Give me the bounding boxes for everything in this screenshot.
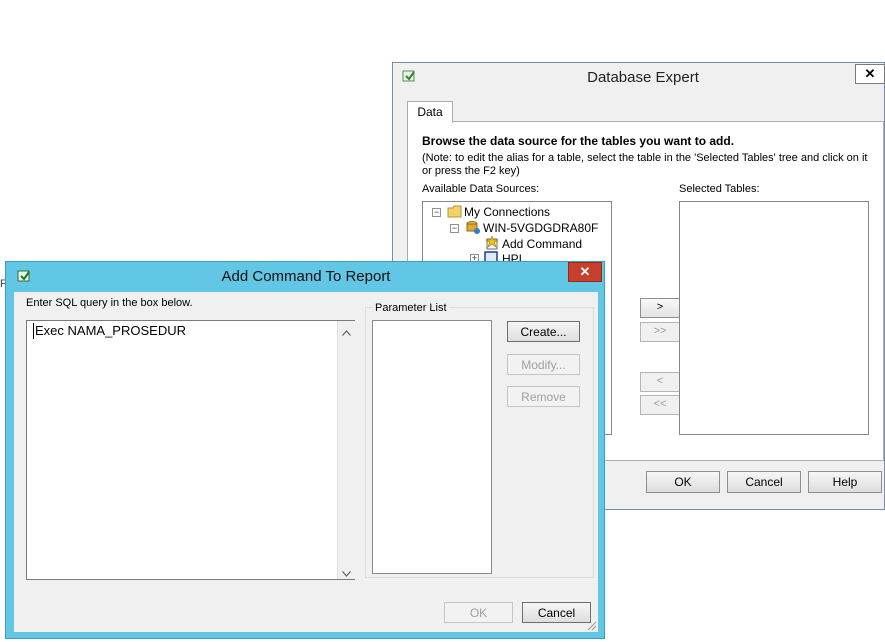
alias-note: (Note: to edit the alias for a table, se…: [422, 152, 868, 177]
add-command-window: Add Command To Report ✕ Enter SQL query …: [5, 261, 605, 639]
ok-button[interactable]: OK: [646, 471, 720, 493]
modify-button[interactable]: Modify...: [507, 354, 580, 375]
remove-button[interactable]: Remove: [507, 386, 580, 407]
add-all-button[interactable]: >>: [640, 322, 680, 342]
tree-item-add-command[interactable]: Add Command: [502, 237, 582, 251]
parameter-list-box[interactable]: [372, 320, 492, 574]
ok-button[interactable]: OK: [444, 602, 513, 623]
collapse-icon[interactable]: −: [432, 208, 441, 217]
collapse-icon[interactable]: −: [450, 224, 459, 233]
available-data-sources-label: Available Data Sources:: [422, 183, 540, 195]
cancel-button[interactable]: Cancel: [522, 602, 591, 623]
close-icon[interactable]: ✕: [568, 262, 602, 282]
database-server-icon: [465, 220, 481, 238]
remove-all-button[interactable]: <<: [640, 395, 680, 415]
add-selected-button[interactable]: >: [640, 298, 680, 318]
folder-icon: [447, 205, 463, 221]
scroll-down-icon[interactable]: [342, 566, 351, 580]
selected-tables-list[interactable]: [679, 201, 869, 435]
tab-data[interactable]: Data: [407, 101, 453, 123]
add-command-title: Add Command To Report: [221, 268, 391, 285]
browse-heading: Browse the data source for the tables yo…: [422, 134, 735, 148]
sql-prompt-label: Enter SQL query in the box below.: [26, 297, 193, 309]
add-command-titlebar[interactable]: Add Command To Report ✕: [6, 262, 606, 290]
remove-selected-button[interactable]: <: [640, 372, 680, 392]
database-expert-title: Database Expert: [587, 69, 699, 86]
close-icon[interactable]: ✕: [855, 64, 885, 84]
help-button[interactable]: Help: [808, 471, 882, 493]
tree-item-my-connections[interactable]: My Connections: [464, 205, 550, 219]
selected-tables-label: Selected Tables:: [679, 183, 760, 195]
add-command-body: Enter SQL query in the box below. Exec N…: [14, 292, 598, 632]
sql-query-text: Exec NAMA_PROSEDUR: [33, 323, 186, 339]
create-button[interactable]: Create...: [507, 321, 580, 342]
vertical-scrollbar[interactable]: [337, 321, 355, 579]
resize-grip-icon[interactable]: [586, 620, 597, 634]
database-expert-titlebar[interactable]: Database Expert ✕: [393, 63, 885, 93]
cancel-button[interactable]: Cancel: [727, 471, 801, 493]
scroll-up-icon[interactable]: [342, 325, 351, 339]
tree-item-server[interactable]: WIN-5VGDGDRA80F: [483, 221, 598, 235]
parameter-list-label: Parameter List: [373, 302, 449, 314]
sql-query-textarea[interactable]: Exec NAMA_PROSEDUR: [26, 320, 355, 580]
